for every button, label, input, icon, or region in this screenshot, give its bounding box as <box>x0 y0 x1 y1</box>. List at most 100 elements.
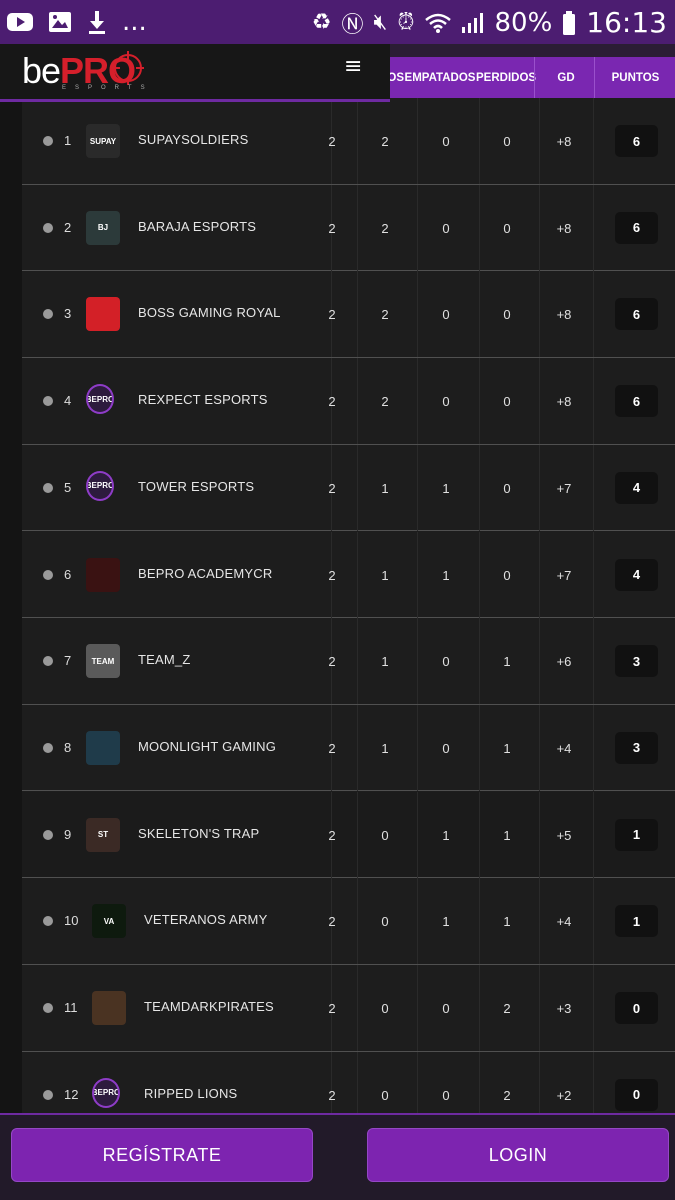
cell-divider <box>479 791 480 878</box>
cell-divider <box>357 358 358 445</box>
points-badge: 1 <box>615 818 658 851</box>
signal-icon <box>461 12 483 33</box>
stat-e: 1 <box>442 480 450 496</box>
col-empatados[interactable]: EMPATADOS <box>404 72 476 84</box>
col-puntos[interactable]: PUNTOS <box>596 72 675 84</box>
cell-divider <box>417 704 418 791</box>
points-badge: 6 <box>615 211 658 244</box>
team-name[interactable]: SUPAYSOLDIERS <box>138 132 249 147</box>
status-dot <box>43 829 53 840</box>
table-row[interactable]: 5 BEPRO TOWER ESPORTS 2 1 1 0 +7 4 <box>22 444 675 532</box>
clock: 16:13 <box>586 6 667 39</box>
table-row[interactable]: 9 ST SKELETON'S TRAP 2 0 1 1 +5 1 <box>22 791 675 879</box>
stat-pj: 2 <box>328 1087 336 1103</box>
status-dot <box>43 136 53 146</box>
cell-divider <box>479 1051 480 1113</box>
moonlight-team-logo-icon <box>86 730 120 765</box>
baraja-team-logo-icon: BJ <box>86 210 120 245</box>
team-name[interactable]: BEPRO ACADEMYCR <box>138 566 272 581</box>
cell-divider <box>357 1051 358 1113</box>
team-name[interactable]: TOWER ESPORTS <box>138 479 254 494</box>
nfc-icon: Ⓝ <box>341 12 364 38</box>
team-name[interactable]: BARAJA ESPORTS <box>138 219 256 234</box>
col-gd[interactable]: GD <box>536 72 596 84</box>
team-name[interactable]: RIPPED LIONS <box>144 1086 237 1101</box>
team-name[interactable]: TEAMDARKPIRATES <box>144 999 274 1014</box>
supay-team-logo-icon: SUPAY <box>86 124 120 158</box>
boss-team-logo-icon <box>86 297 120 332</box>
login-button[interactable]: LOGIN <box>367 1128 669 1182</box>
stat-gd: +2 <box>556 1087 572 1103</box>
table-row[interactable]: 11 TEAMDARKPIRATES 2 0 0 2 +3 0 <box>22 965 675 1052</box>
col-ganados[interactable]: DOS <box>390 72 404 84</box>
cell-divider <box>593 531 594 618</box>
cell-divider <box>479 444 480 531</box>
stat-pj: 2 <box>328 480 336 496</box>
stat-e: 0 <box>442 307 450 323</box>
table-row[interactable]: 8 MOONLIGHT GAMING 2 1 0 1 +4 3 <box>22 704 675 792</box>
cell-divider <box>357 965 358 1051</box>
stat-g: 0 <box>381 827 389 843</box>
points-badge: 4 <box>615 558 658 591</box>
status-dot <box>43 396 53 407</box>
cell-divider <box>417 1051 418 1113</box>
table-row[interactable]: 10 VA VETERANOS ARMY 2 0 1 1 +4 1 <box>22 878 675 965</box>
cell-divider <box>417 791 418 878</box>
stat-gd: +8 <box>556 134 572 149</box>
col-perdidos[interactable]: PERDIDOS <box>476 72 536 84</box>
team-name[interactable]: MOONLIGHT GAMING <box>138 739 276 754</box>
cell-divider <box>417 98 418 184</box>
cell-divider <box>593 1051 594 1113</box>
cell-divider <box>479 98 480 184</box>
stat-pj: 2 <box>328 740 336 756</box>
team-position: 7 <box>64 653 72 669</box>
cell-divider <box>539 878 540 965</box>
hamburger-menu-icon[interactable]: ≡ <box>344 54 362 79</box>
team-position: 11 <box>64 1000 78 1015</box>
alarm-icon: ⏰︎ <box>397 10 415 35</box>
stat-e: 1 <box>442 914 450 930</box>
stat-g: 2 <box>381 394 389 410</box>
status-bar: ... ♻ Ⓝ 🔇︎ ⏰︎ 80% 16:13 <box>0 0 675 44</box>
stat-e: 0 <box>442 134 450 149</box>
stat-pj: 2 <box>328 1001 336 1016</box>
image-icon <box>49 12 71 32</box>
mute-icon: 🔇︎ <box>373 10 388 35</box>
cell-divider <box>357 444 358 531</box>
stat-gd: +7 <box>556 480 572 496</box>
team-name[interactable]: VETERANOS ARMY <box>144 912 267 927</box>
team-name[interactable]: TEAM_Z <box>138 652 190 667</box>
cell-divider <box>539 271 540 358</box>
points-badge: 3 <box>615 731 658 764</box>
team-name[interactable]: SKELETON'S TRAP <box>138 826 259 841</box>
table-row[interactable]: 1 SUPAY SUPAYSOLDIERS 2 2 0 0 +8 6 <box>22 98 675 185</box>
stat-e: 1 <box>442 567 450 583</box>
table-row[interactable]: 4 BEPRO REXPECT ESPORTS 2 2 0 0 +8 6 <box>22 358 675 445</box>
stat-e: 0 <box>442 1087 450 1103</box>
logo-be: be <box>22 50 61 91</box>
stat-g: 1 <box>381 740 389 756</box>
cell-divider <box>539 791 540 878</box>
youtube-icon <box>7 13 33 31</box>
cell-divider <box>539 965 540 1051</box>
team-position: 5 <box>64 479 72 495</box>
table-row[interactable]: 3 BOSS GAMING ROYAL 2 2 0 0 +8 6 <box>22 271 675 358</box>
cell-divider <box>479 358 480 445</box>
cell-divider <box>417 444 418 531</box>
stat-gd: +8 <box>556 307 572 323</box>
system-icons: ♻ Ⓝ 🔇︎ ⏰︎ 80% 16:13 <box>312 6 667 39</box>
stat-pj: 2 <box>328 220 336 236</box>
register-button[interactable]: REGÍSTRATE <box>11 1128 313 1182</box>
table-row[interactable]: 12 BEPRO RIPPED LIONS 2 0 0 2 +2 0 <box>22 1051 675 1113</box>
points-badge: 3 <box>615 645 658 678</box>
stat-e: 0 <box>442 654 450 670</box>
col-divider <box>594 57 595 98</box>
team-name[interactable]: REXPECT ESPORTS <box>138 392 268 407</box>
battery-saver-icon: ♻ <box>311 10 332 35</box>
table-row[interactable]: 2 BJ BARAJA ESPORTS 2 2 0 0 +8 6 <box>22 184 675 272</box>
table-row[interactable]: 6 BEPRO ACADEMYCR 2 1 1 0 +7 4 <box>22 531 675 618</box>
table-row[interactable]: 7 TEAM TEAM_Z 2 1 0 1 +6 3 <box>22 618 675 705</box>
team-position: 3 <box>64 306 72 322</box>
cell-divider <box>593 878 594 965</box>
team-name[interactable]: BOSS GAMING ROYAL <box>138 305 281 320</box>
